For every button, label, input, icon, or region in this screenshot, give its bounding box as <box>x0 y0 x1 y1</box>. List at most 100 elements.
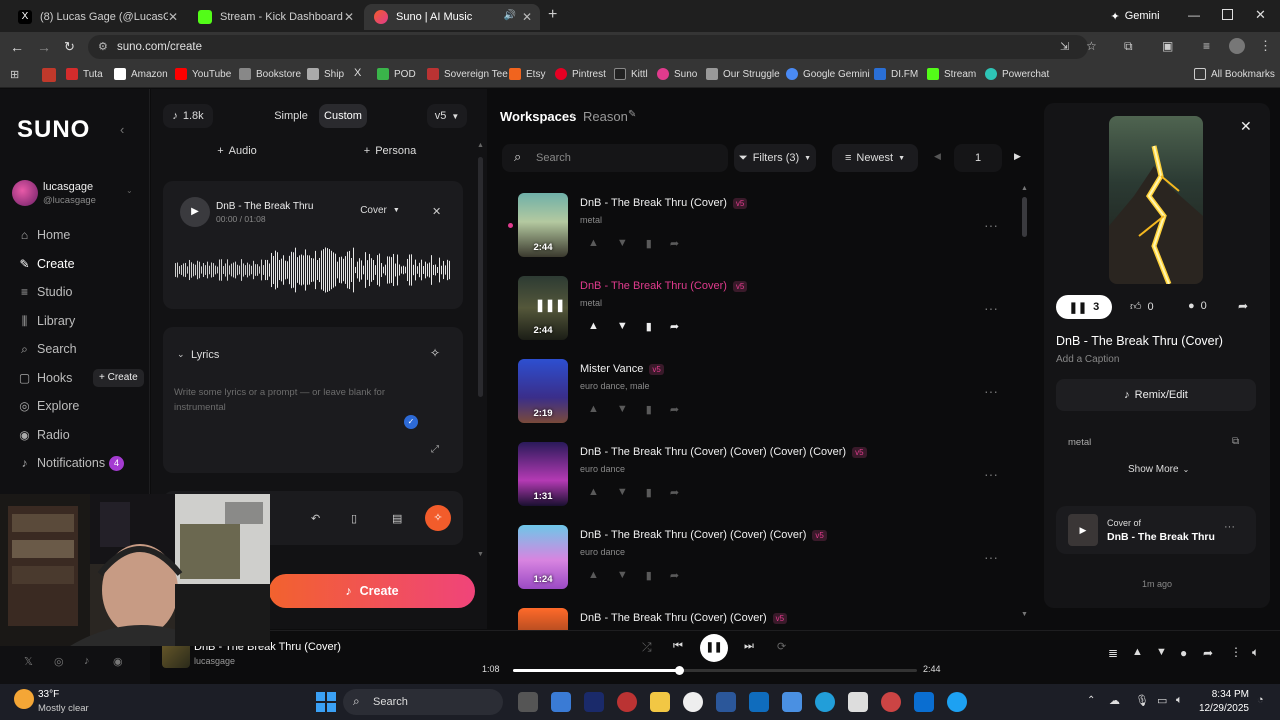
scroll-down-icon[interactable]: ▼ <box>1021 611 1028 618</box>
instagram-icon[interactable]: ◎ <box>54 655 64 668</box>
song-row[interactable]: 2:44 DnB - The Break Thru (Cover) v5 metal ▲… <box>508 193 1028 265</box>
more-options-icon[interactable]: ··· <box>1224 521 1235 533</box>
telegram-icon[interactable] <box>815 692 835 712</box>
page-number[interactable]: 1 <box>954 144 1002 172</box>
song-thumbnail[interactable]: 2:44 <box>518 193 568 257</box>
taskbar-search[interactable]: ⌕ Search <box>343 689 503 715</box>
more-options-icon[interactable]: ⋮ <box>1230 645 1242 659</box>
close-window-button[interactable]: ✕ <box>1255 7 1266 23</box>
edit-pencil-icon[interactable]: ✎ <box>628 109 636 120</box>
volume-icon[interactable]: 🔈︎ <box>1252 645 1259 660</box>
back-icon[interactable]: ← <box>10 39 24 55</box>
bookmark-amazon[interactable]: Amazon <box>114 68 168 80</box>
tray-chevron-icon[interactable]: ⌃ <box>1087 695 1095 706</box>
thumbs-up-icon[interactable]: ▲ <box>588 403 599 416</box>
close-tab-icon[interactable]: ✕ <box>344 10 354 24</box>
song-title[interactable]: DnB - The Break Thru (Cover) (Cover) v5 <box>580 612 788 624</box>
song-thumbnail[interactable]: 1:24 <box>518 525 568 589</box>
prev-page-icon[interactable]: ◀ <box>934 151 941 162</box>
search-input[interactable]: ⌕ Search <box>502 144 728 172</box>
apps-grid-icon[interactable]: ⊞ <box>10 68 19 81</box>
bookmark-bookstore[interactable]: Bookstore <box>239 68 301 80</box>
copy-icon[interactable]: ⧉ <box>1232 436 1239 447</box>
sidebar-item-hooks[interactable]: ▢ Hooks <box>18 371 73 385</box>
bookmark-icon[interactable]: ▮ <box>646 403 652 416</box>
media-control-icon[interactable]: ≡ <box>1203 39 1210 53</box>
scroll-down-icon[interactable]: ▼ <box>477 551 484 558</box>
model-select[interactable]: v5 ▼ <box>427 104 467 128</box>
close-detail-icon[interactable]: ✕ <box>1240 118 1252 135</box>
gemini-button[interactable]: ✦ Gemini <box>1100 4 1170 28</box>
network-icon[interactable]: ▭ <box>1157 694 1167 707</box>
cover-select[interactable]: Cover ▼ <box>350 198 410 222</box>
bookmark-google-gemini[interactable]: Google Gemini <box>786 68 870 80</box>
thumbs-up-icon[interactable]: ▲ <box>588 486 599 499</box>
onedrive-icon[interactable]: ☁ <box>1109 694 1120 707</box>
notepad-icon[interactable] <box>782 692 802 712</box>
user-menu-chevron-icon[interactable]: ⌄ <box>126 186 133 195</box>
lyrics-input[interactable]: Write some lyrics or a prompt — or leave… <box>174 385 414 415</box>
sidebar-item-radio[interactable]: ◉ Radio <box>18 428 69 442</box>
bookmark-star-icon[interactable]: ☆ <box>1086 39 1097 53</box>
sidebar-item-explore[interactable]: ◎ Explore <box>18 399 79 413</box>
bookmark-our-struggle[interactable]: Our Struggle <box>706 68 780 80</box>
clock-date[interactable]: 12/29/2025 <box>1195 703 1249 714</box>
share-icon[interactable]: ➦ <box>670 569 679 582</box>
cover-of-play-button[interactable]: ▶ <box>1068 514 1098 546</box>
thumbs-up-icon[interactable]: ▲ <box>588 569 599 582</box>
like-button[interactable]: 👍︎ 0 <box>1130 300 1154 313</box>
progress-knob[interactable] <box>674 666 684 675</box>
repeat-icon[interactable]: ⟳ <box>777 640 786 653</box>
sidebar-item-home[interactable]: ⌂ Home <box>18 228 70 242</box>
song-row[interactable]: 1:24 DnB - The Break Thru (Cover) (Cover)… <box>518 525 1028 597</box>
cover-of-card[interactable]: ▶ Cover of DnB - The Break Thru ··· <box>1056 506 1256 554</box>
suno-logo[interactable]: SUNO <box>17 116 90 144</box>
tiktok-icon[interactable]: ♪ <box>84 655 90 667</box>
clock-time[interactable]: 8:34 PM <box>1199 689 1249 700</box>
bookmark-kittl[interactable]: Kittl <box>614 68 648 80</box>
cover-art[interactable] <box>1109 116 1203 284</box>
bookmark-tuta[interactable]: Tuta <box>66 68 103 80</box>
app-orb-icon[interactable] <box>881 692 901 712</box>
previous-icon[interactable]: ⏮ <box>673 640 683 653</box>
more-options-icon[interactable]: ··· <box>984 217 998 233</box>
calculator-icon[interactable] <box>551 692 571 712</box>
thumbs-down-icon[interactable]: ▼ <box>1156 646 1167 658</box>
more-options-icon[interactable]: ··· <box>984 466 998 482</box>
more-options-icon[interactable]: ··· <box>984 300 998 316</box>
sidebar-item-studio[interactable]: ≡ Studio <box>18 285 72 299</box>
extensions-icon[interactable]: ⧉ <box>1124 39 1133 54</box>
tab-search-icon[interactable]: ▣ <box>1162 39 1173 53</box>
song-title[interactable]: DnB - The Break Thru (Cover) v5 <box>580 197 748 209</box>
collapse-sidebar-icon[interactable]: ‹ <box>120 122 124 137</box>
chrome-menu-icon[interactable]: ⋮ <box>1259 38 1272 54</box>
thumbs-down-icon[interactable]: ▼ <box>617 569 628 582</box>
bookmark-pintrest[interactable]: Pintrest <box>555 68 606 80</box>
bookmark-icon[interactable]: ▮ <box>646 486 652 499</box>
comments-button[interactable]: ● 0 <box>1188 300 1207 312</box>
trash-icon[interactable]: ▤ <box>392 512 402 525</box>
store-icon[interactable] <box>914 692 934 712</box>
mode-custom-tab[interactable]: Custom <box>319 104 367 128</box>
weather-desc[interactable]: Mostly clear <box>38 703 89 714</box>
song-row[interactable]: 1:31 DnB - The Break Thru (Cover) (Cover)… <box>518 442 1028 514</box>
bookmark-pod[interactable]: POD <box>377 68 416 80</box>
create-button[interactable]: ♪ Create <box>269 574 475 608</box>
bookmark-sovereign-tee[interactable]: Sovereign Tee <box>427 68 508 80</box>
sidebar-item-create[interactable]: ✎ Create <box>18 257 74 271</box>
notifications-tray-icon[interactable]: ◔ <box>1257 694 1264 706</box>
remove-audio-icon[interactable]: ✕ <box>432 205 441 218</box>
tab-twitter[interactable]: X (8) Lucas Gage (@LucasGageX) ✕ <box>8 4 186 30</box>
magic-icon[interactable]: ✧ <box>425 505 451 531</box>
bookmark-icon[interactable]: ▮ <box>646 320 652 333</box>
forward-icon[interactable]: → <box>37 39 51 55</box>
song-title[interactable]: DnB - The Break Thru (Cover) (Cover) (Co… <box>580 529 827 541</box>
scroll-up-icon[interactable]: ▲ <box>477 142 484 149</box>
filters-button[interactable]: ⏷ Filters (3) ▼ <box>734 144 816 172</box>
reload-icon[interactable]: ↻ <box>64 39 75 55</box>
thumbs-down-icon[interactable]: ▼ <box>617 237 628 250</box>
weather-icon[interactable] <box>14 689 34 709</box>
x-social-icon[interactable]: 𝕏 <box>24 655 33 668</box>
speaker-icon[interactable]: 🔊 <box>504 10 516 21</box>
queue-icon[interactable]: ≣ <box>1108 646 1118 660</box>
